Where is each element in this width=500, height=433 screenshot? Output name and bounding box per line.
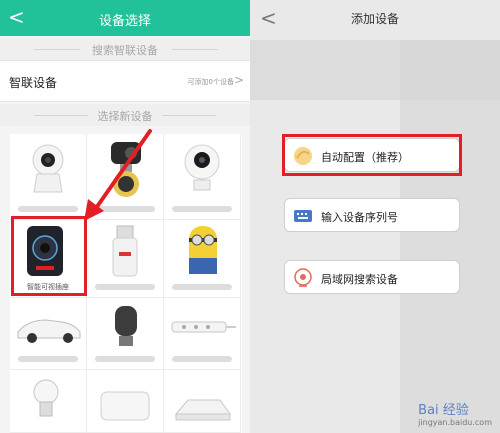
router-box-icon (100, 391, 150, 421)
car-icon (17, 319, 81, 343)
page-title: 添加设备 (350, 12, 399, 26)
device-label-blurred (172, 284, 232, 290)
router-flat-icon (174, 399, 231, 421)
camera-ball-icon (184, 144, 220, 191)
new-device-section-title: 选择新设备 (97, 110, 153, 123)
lan-search-label: 局域网搜索设备 (321, 273, 398, 286)
power-strip-icon (171, 321, 236, 333)
search-section-title: 搜索智联设备 (92, 44, 158, 57)
device-tile[interactable] (164, 370, 241, 433)
search-section-header: 搜索智联设备 (0, 38, 250, 60)
device-tile[interactable] (10, 370, 87, 433)
highlight-auto-config (282, 134, 462, 176)
device-select-screen: < 设备选择 搜索智联设备 智联设备 可添加0个设备 > 选择新设备 智能可视插… (0, 0, 250, 433)
red-arrow-icon (84, 129, 152, 221)
watermark-text: Bai 经验 (418, 403, 469, 418)
device-label-blurred (172, 206, 232, 212)
bulb-icon (33, 379, 59, 417)
keyboard-icon (294, 210, 312, 222)
lamp-icon (115, 306, 137, 346)
smart-devices-count: 可添加0个设备 (187, 78, 234, 86)
device-tile[interactable] (164, 298, 241, 370)
watermark-url: jingyan.baidu.com (418, 418, 492, 427)
device-tile[interactable] (87, 220, 164, 298)
lan-search-option[interactable]: 局域网搜索设备 (284, 260, 460, 294)
device-label-blurred (18, 356, 78, 362)
smart-devices-label: 智联设备 (9, 76, 58, 90)
header-bar: < 设备选择 (0, 0, 250, 36)
device-label-blurred (95, 284, 155, 290)
bulb-socket-icon (112, 225, 138, 277)
device-tile[interactable] (87, 370, 164, 433)
smart-devices-row[interactable]: 智联设备 可添加0个设备 > (0, 60, 250, 102)
serial-number-label: 输入设备序列号 (321, 211, 398, 224)
lan-search-icon (294, 268, 312, 287)
minion-toy-icon (189, 226, 217, 274)
camera-round-icon (32, 144, 64, 193)
page-title: 设备选择 (98, 14, 151, 29)
device-tile[interactable] (164, 134, 241, 220)
device-label-blurred (95, 356, 155, 362)
new-device-section-header: 选择新设备 (0, 104, 250, 126)
baidu-watermark: Bai 经验 jingyan.baidu.com (418, 399, 492, 427)
device-tile[interactable] (10, 134, 87, 220)
device-label-blurred (172, 356, 232, 362)
device-label-blurred (18, 206, 78, 212)
highlight-smart-socket (11, 216, 87, 296)
device-tile[interactable] (164, 220, 241, 298)
serial-number-option[interactable]: 输入设备序列号 (284, 198, 460, 232)
chevron-right-icon: > (233, 73, 244, 87)
device-tile[interactable] (87, 298, 164, 370)
add-device-screen: < 添加设备 自动配置（推荐） 输入设备序列号 局域网搜索设备 Bai 经验 j… (250, 0, 500, 433)
device-tile[interactable] (10, 298, 87, 370)
header-bar: < 添加设备 (250, 0, 500, 36)
